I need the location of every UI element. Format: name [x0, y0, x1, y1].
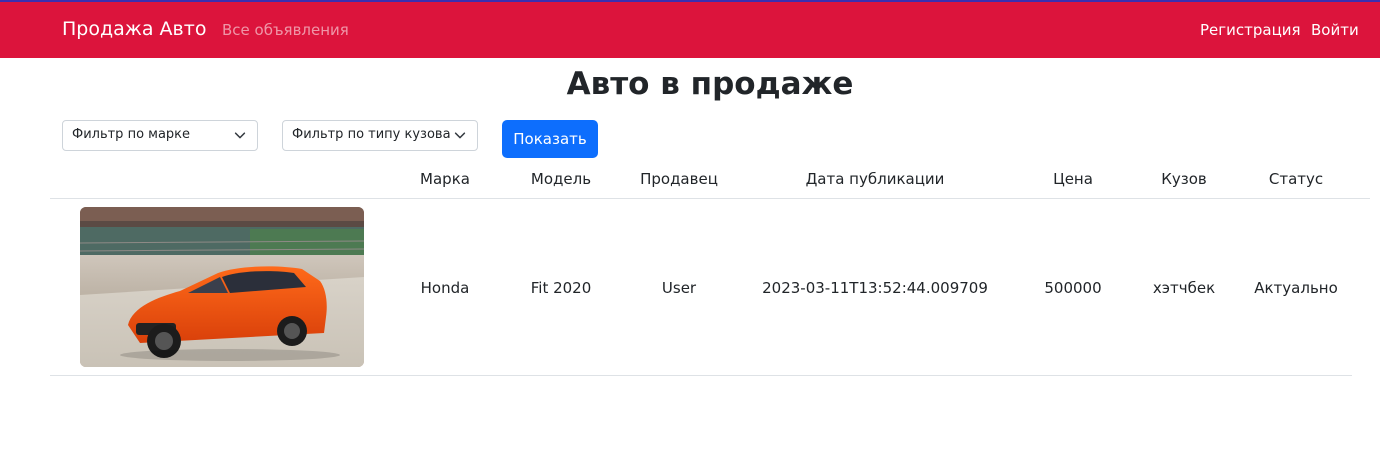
cell-seller: User	[661, 279, 697, 297]
nav-login[interactable]: Войти	[1311, 21, 1359, 39]
nav-all-listings[interactable]: Все объявления	[222, 21, 349, 39]
header-brand: Марка	[420, 170, 470, 188]
cell-body: хэтчбек	[1152, 279, 1216, 297]
header-body: Кузов	[1161, 170, 1207, 188]
nav-register[interactable]: Регистрация	[1200, 21, 1301, 39]
cell-brand: Honda	[420, 279, 470, 297]
brand-link[interactable]: Продажа Авто	[62, 18, 206, 40]
body-type-filter-label: Фильтр по типу кузова	[292, 127, 451, 142]
car-photo	[80, 207, 364, 367]
chevron-down-icon	[234, 132, 246, 139]
brand-filter-select[interactable]: Фильтр по марке	[62, 120, 258, 151]
header-date: Дата публикации	[805, 170, 945, 188]
table-header-divider	[50, 198, 1370, 199]
show-button[interactable]: Показать	[502, 120, 598, 158]
header-price: Цена	[1053, 170, 1093, 188]
cell-date: 2023-03-11T13:52:44.009709	[762, 279, 988, 297]
chevron-down-icon	[454, 132, 466, 139]
cell-model-link[interactable]: Fit 2020	[531, 279, 592, 297]
header-status: Статус	[1268, 170, 1324, 188]
header-model: Модель	[530, 170, 592, 188]
cell-price: 500000	[1044, 279, 1102, 297]
navbar: Продажа Авто Все объявления Регистрация …	[0, 2, 1380, 58]
page-title: Авто в продаже	[566, 66, 854, 102]
brand-filter-label: Фильтр по марке	[72, 127, 191, 142]
table-row-divider	[50, 375, 1352, 376]
cell-status: Актуально	[1254, 279, 1338, 297]
header-seller: Продавец	[640, 170, 718, 188]
body-type-filter-select[interactable]: Фильтр по типу кузова	[282, 120, 478, 151]
